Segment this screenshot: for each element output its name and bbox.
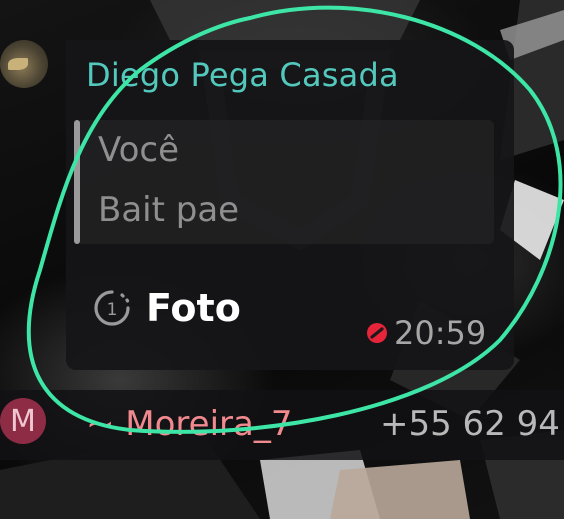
svg-text:1: 1: [107, 300, 118, 320]
next-sender-phone: +55 62 94: [380, 404, 560, 444]
view-once-media[interactable]: 1 Foto: [92, 286, 241, 330]
quoted-message[interactable]: Você Bait pae: [74, 120, 494, 244]
message-meta: 20:59: [366, 314, 486, 352]
next-sender-avatar[interactable]: M: [0, 398, 46, 444]
blocked-icon: [367, 323, 387, 343]
next-sender-name[interactable]: ~ Moreira_7: [86, 404, 292, 444]
media-label: Foto: [146, 286, 241, 330]
view-once-icon: 1: [94, 290, 130, 326]
quote-author: Você: [98, 130, 180, 170]
quote-text: Bait pae: [98, 190, 240, 230]
message-time: 20:59: [394, 314, 487, 352]
sender-avatar[interactable]: [0, 40, 48, 88]
sender-name[interactable]: Diego Pega Casada: [86, 56, 399, 94]
quote-bar: [74, 120, 80, 244]
